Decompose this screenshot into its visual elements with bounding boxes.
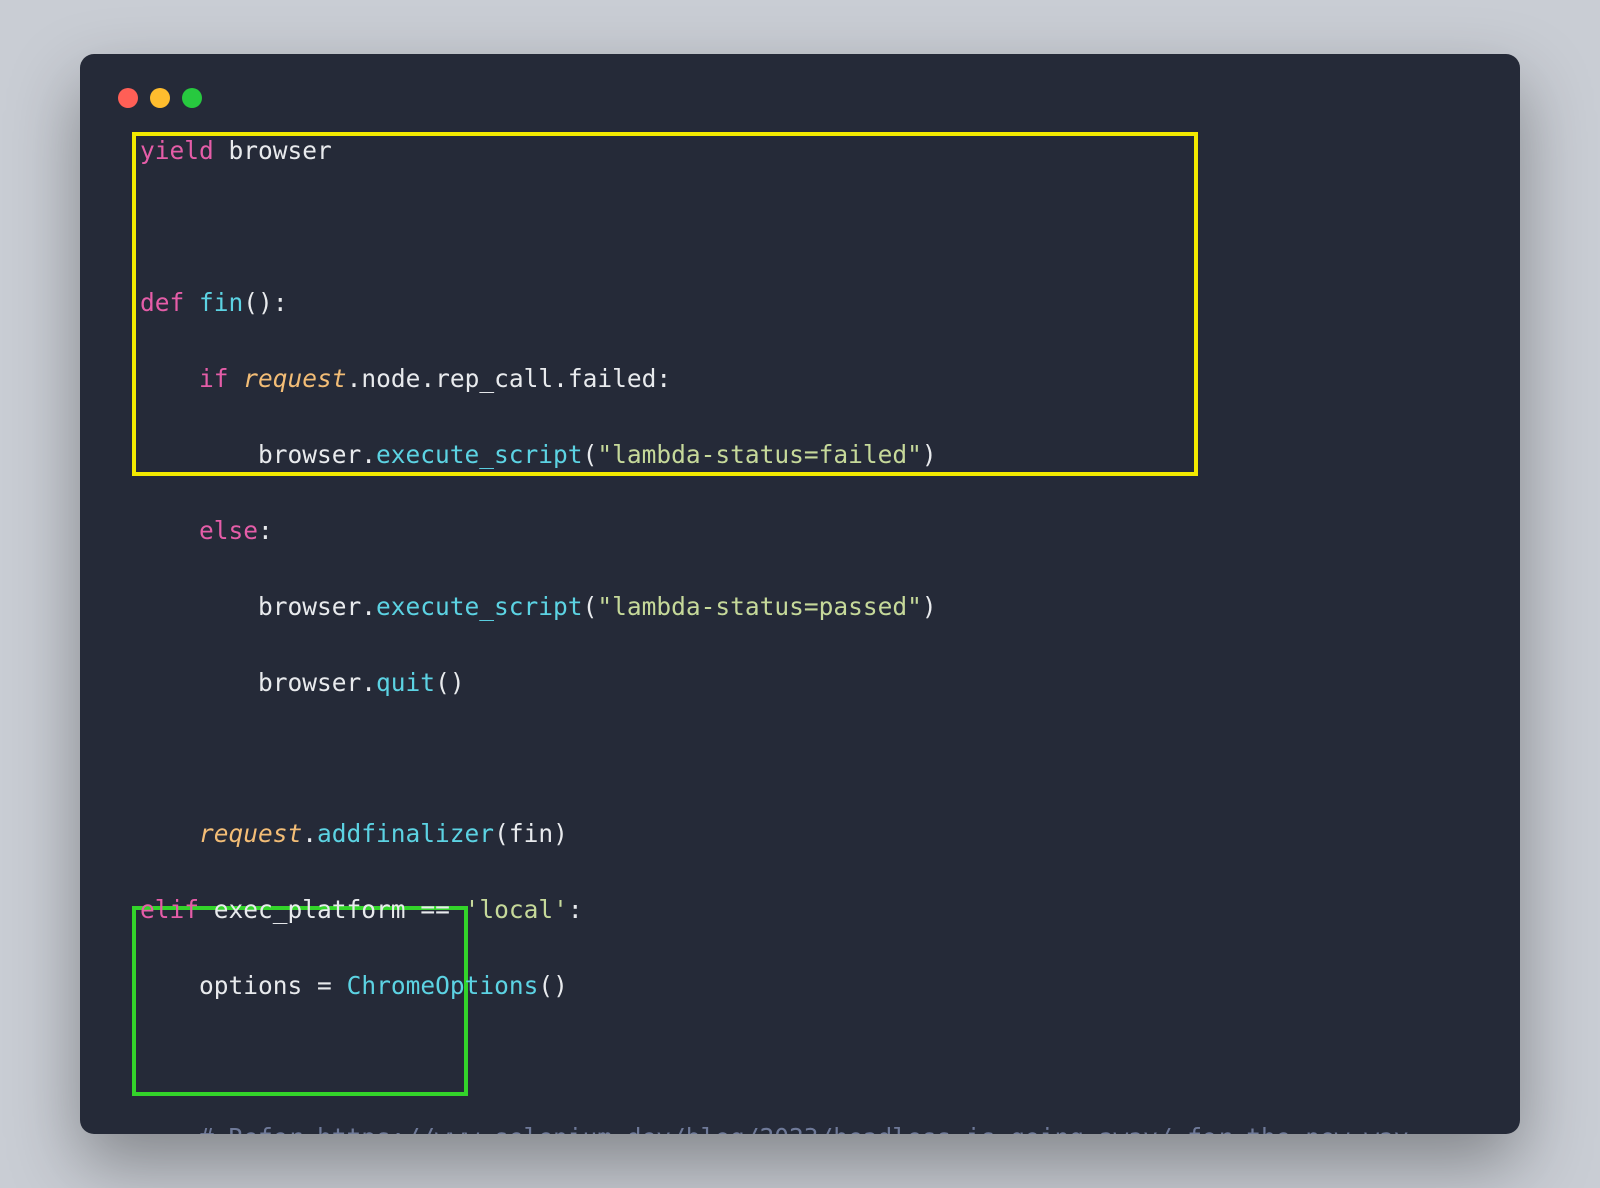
code-line: browser.quit() [140, 664, 1482, 702]
code-line: yield browser [140, 132, 1482, 170]
code-line [140, 740, 1482, 778]
code-block: yield browser def fin(): if request.node… [118, 132, 1482, 1134]
code-line [140, 208, 1482, 246]
window-titlebar [118, 82, 1482, 132]
code-line: options = ChromeOptions() [140, 967, 1482, 1005]
maximize-icon[interactable] [182, 88, 202, 108]
minimize-icon[interactable] [150, 88, 170, 108]
code-line: browser.execute_script("lambda-status=fa… [140, 436, 1482, 474]
terminal-window: yield browser def fin(): if request.node… [80, 54, 1520, 1134]
code-line: def fin(): [140, 284, 1482, 322]
code-line: elif exec_platform == 'local': [140, 891, 1482, 929]
code-line [140, 1043, 1482, 1081]
code-line: # Refer https://www.selenium.dev/blog/20… [140, 1119, 1482, 1134]
code-line: if request.node.rep_call.failed: [140, 360, 1482, 398]
code-line: request.addfinalizer(fin) [140, 815, 1482, 853]
close-icon[interactable] [118, 88, 138, 108]
code-line: browser.execute_script("lambda-status=pa… [140, 588, 1482, 626]
code-line: else: [140, 512, 1482, 550]
